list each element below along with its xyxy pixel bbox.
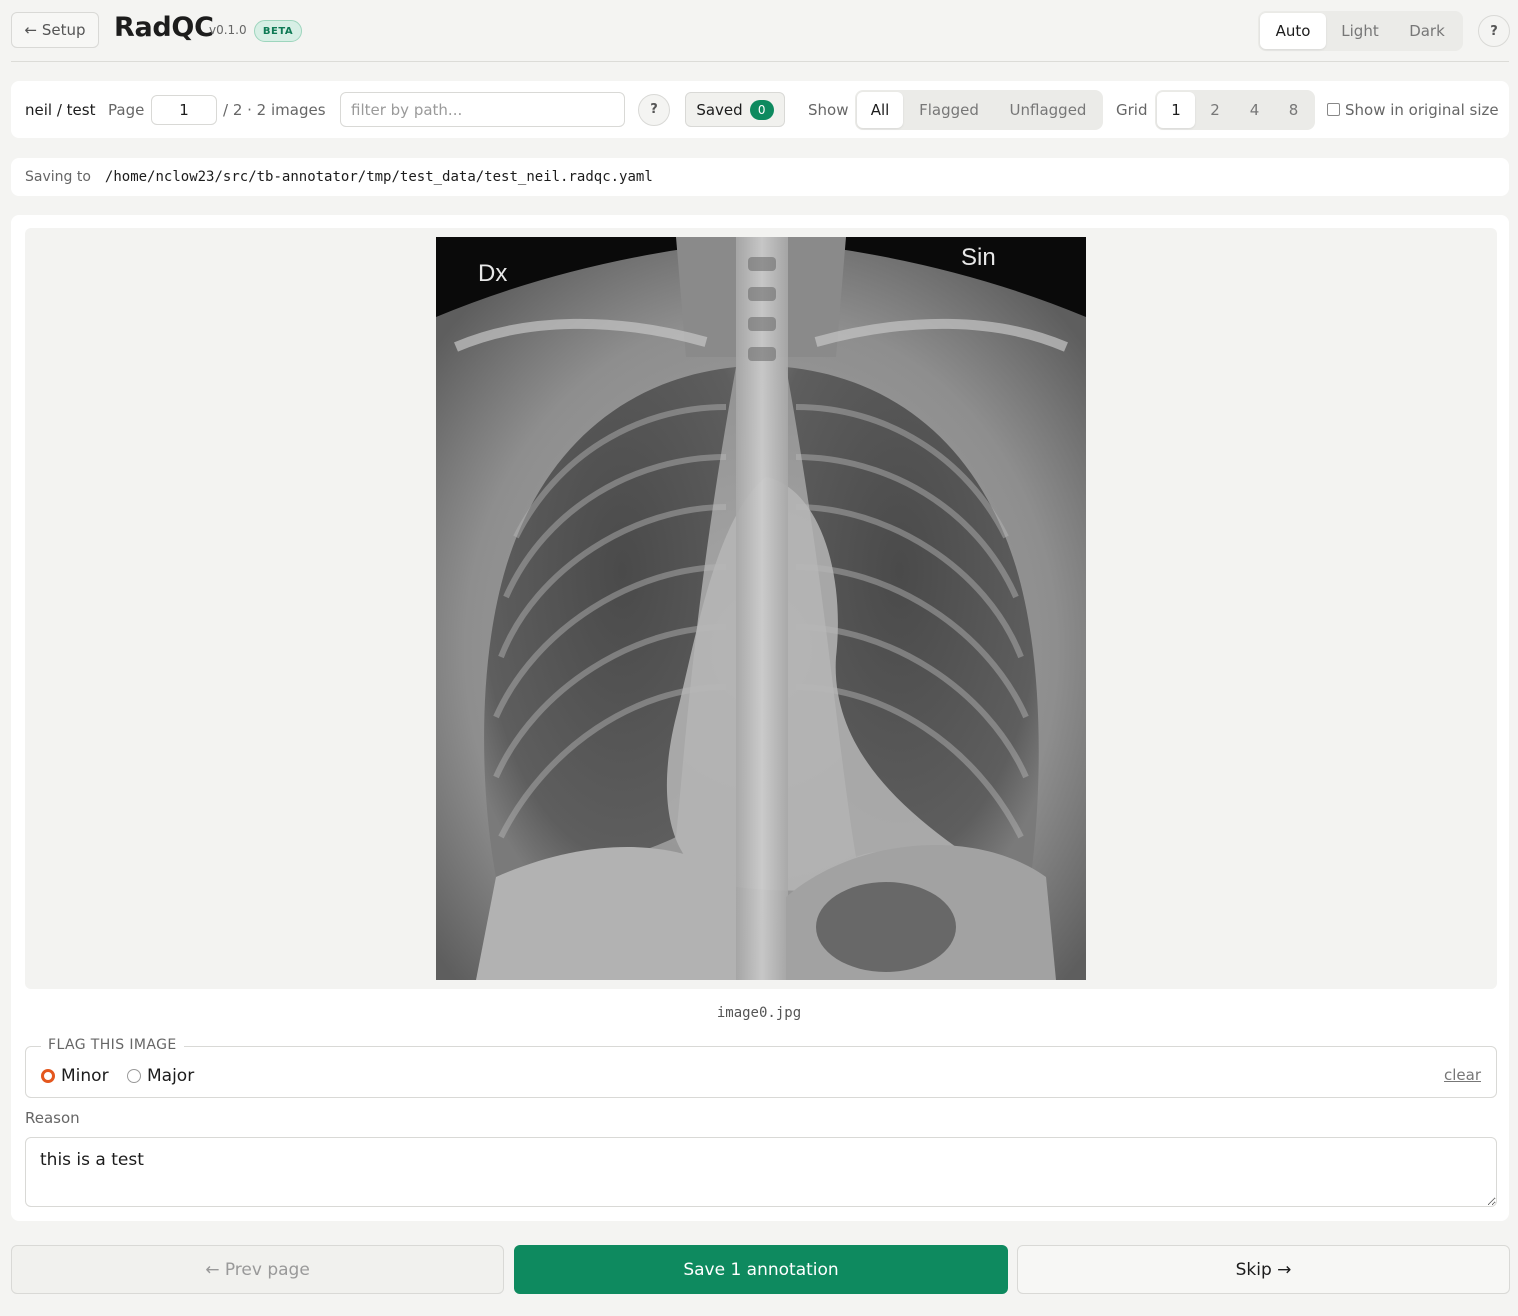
app-logo: RadQC (114, 12, 214, 43)
toolbar: neil / test Page / 2 · 2 images ? Saved … (11, 81, 1509, 138)
show-filter-group: All Flagged Unflagged (855, 89, 1103, 130)
flag-fieldset (25, 1046, 1497, 1098)
beta-badge: BETA (254, 20, 302, 42)
flag-major-label: Major (147, 1066, 195, 1086)
flag-legend: FLAG THIS IMAGE (41, 1037, 184, 1053)
xray-marker-left: Dx (478, 260, 507, 287)
xray-image[interactable]: Dx Sin (436, 237, 1086, 980)
show-all-button[interactable]: All (857, 91, 903, 128)
grid-4-button[interactable]: 4 (1235, 92, 1274, 128)
reason-label: Reason (25, 1109, 80, 1127)
page-info: / 2 · 2 images (223, 100, 326, 119)
flag-minor-radio[interactable] (41, 1069, 55, 1083)
grid-2-button[interactable]: 2 (1195, 92, 1235, 128)
saved-label: Saved (696, 100, 743, 119)
reason-textarea[interactable]: this is a test (25, 1137, 1497, 1207)
filter-help-button[interactable]: ? (638, 93, 670, 126)
xray-marker-right: Sin (961, 244, 996, 271)
theme-dark-button[interactable]: Dark (1394, 13, 1460, 49)
setup-button[interactable]: ← Setup (11, 12, 99, 48)
flag-major-option[interactable]: Major (127, 1066, 194, 1086)
page-input[interactable] (151, 94, 217, 125)
save-path-value: /home/nclow23/src/tb-annotator/tmp/test_… (104, 169, 653, 185)
version-label: v0.1.0 (209, 23, 247, 37)
grid-label: Grid (1116, 100, 1148, 119)
original-size-label: Show in original size (1345, 100, 1499, 119)
header-divider (11, 61, 1509, 62)
save-annotation-button[interactable]: Save 1 annotation (514, 1245, 1008, 1294)
page-label: Page (108, 100, 145, 119)
grid-size-group: 1 2 4 8 (1155, 89, 1315, 130)
original-size-checkbox[interactable] (1327, 103, 1340, 116)
save-path-label: Saving to (25, 169, 91, 185)
grid-1-button[interactable]: 1 (1157, 91, 1195, 128)
original-size-toggle[interactable]: Show in original size (1327, 81, 1499, 138)
saved-button[interactable]: Saved 0 (685, 92, 785, 127)
filter-input[interactable] (340, 92, 625, 127)
skip-button[interactable]: Skip → (1017, 1245, 1510, 1294)
flag-major-radio[interactable] (127, 1069, 141, 1083)
theme-light-button[interactable]: Light (1326, 13, 1394, 49)
grid-8-button[interactable]: 8 (1274, 92, 1313, 128)
theme-switcher: Auto Light Dark (1258, 11, 1463, 51)
flag-minor-label: Minor (61, 1066, 109, 1086)
theme-auto-button[interactable]: Auto (1260, 13, 1326, 49)
save-path-bar: Saving to /home/nclow23/src/tb-annotator… (11, 158, 1509, 196)
chest-xray-graphic: Dx Sin (436, 237, 1086, 980)
show-unflagged-button[interactable]: Unflagged (995, 92, 1101, 128)
show-flagged-button[interactable]: Flagged (903, 92, 995, 128)
flag-minor-option[interactable]: Minor (41, 1066, 109, 1086)
image-filename: image0.jpg (716, 1005, 802, 1021)
flag-clear-link[interactable]: clear (1444, 1066, 1481, 1084)
saved-count-badge: 0 (749, 99, 774, 120)
breadcrumb: neil / test (25, 100, 96, 119)
prev-page-button[interactable]: ← Prev page (11, 1245, 504, 1294)
show-label: Show (808, 100, 849, 119)
help-button[interactable]: ? (1478, 15, 1510, 47)
